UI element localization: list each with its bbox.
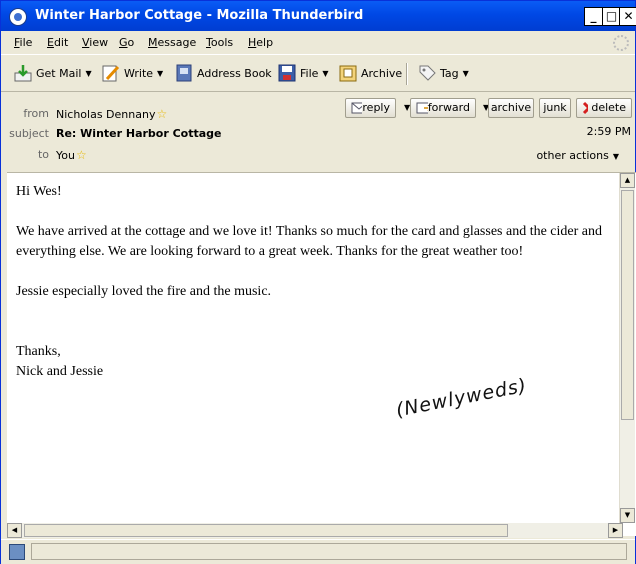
star-icon[interactable]: ☆: [156, 107, 167, 121]
junk-label: junk: [543, 101, 567, 114]
to-label: to: [37, 148, 49, 161]
from-value[interactable]: Nicholas Dennany☆: [56, 107, 167, 121]
scroll-left-arrow-icon[interactable]: ◀: [7, 523, 22, 538]
reply-button[interactable]: reply: [345, 98, 396, 118]
status-text-panel: [31, 543, 627, 560]
write-dropdown-icon[interactable]: ▼: [157, 69, 163, 78]
delete-x-icon: [582, 101, 589, 115]
to-value[interactable]: You☆: [56, 148, 87, 162]
scroll-down-arrow-icon[interactable]: ▼: [620, 508, 635, 523]
menu-message[interactable]: Message: [148, 36, 196, 49]
address-book-button[interactable]: Address Book: [174, 61, 272, 85]
menu-bar: File Edit View Go Message Tools Help: [1, 32, 635, 53]
address-book-label: Address Book: [197, 66, 272, 80]
file-button[interactable]: File ▼: [277, 61, 329, 85]
get-mail-label: Get Mail: [36, 66, 82, 80]
address-book-icon: [174, 63, 194, 83]
other-actions-dropdown-icon: ▼: [612, 152, 619, 161]
closing: Thanks,: [16, 344, 61, 359]
forward-label: forward: [427, 101, 470, 114]
archive-box-icon: [338, 63, 358, 83]
menu-view[interactable]: View: [82, 36, 108, 49]
subject-label: subject: [9, 127, 49, 140]
vertical-scrollbar[interactable]: ▲ ▼: [619, 173, 635, 523]
archive-label: Archive: [361, 66, 403, 80]
minimize-button[interactable]: _: [584, 7, 603, 26]
delete-button[interactable]: delete: [576, 98, 632, 118]
message-body-pane[interactable]: Hi Wes! We have arrived at the cottage a…: [7, 172, 636, 536]
archive-button-label: archive: [490, 101, 532, 114]
toolbar-separator: [406, 63, 408, 85]
horizontal-scroll-thumb[interactable]: [24, 524, 508, 537]
other-actions-label: other actions: [536, 149, 609, 162]
floppy-disk-icon: [277, 63, 297, 83]
close-button[interactable]: ✕: [619, 7, 636, 26]
write-button[interactable]: Write ▼: [101, 61, 163, 85]
get-mail-icon: [13, 63, 33, 83]
tag-icon: [417, 63, 437, 83]
forward-envelope-icon: [416, 102, 428, 114]
recipient-name[interactable]: You: [56, 149, 75, 162]
online-status-icon[interactable]: [9, 544, 25, 560]
junk-button[interactable]: junk: [539, 98, 571, 118]
vertical-scroll-thumb[interactable]: [621, 190, 634, 420]
sender-name[interactable]: Nicholas Dennany: [56, 108, 155, 121]
title-bar[interactable]: Winter Harbor Cottage - Mozilla Thunderb…: [1, 1, 636, 31]
archive-button[interactable]: archive: [488, 98, 534, 118]
reply-envelope-icon: [351, 102, 363, 114]
file-label: File: [300, 66, 319, 80]
greeting: Hi Wes!: [16, 184, 62, 199]
from-label: from: [23, 107, 49, 120]
forward-button[interactable]: forward: [410, 98, 476, 118]
message-time: 2:59 PM: [586, 125, 631, 138]
scroll-up-arrow-icon[interactable]: ▲: [620, 173, 635, 188]
menu-help[interactable]: Help: [248, 36, 273, 49]
menu-go[interactable]: Go: [119, 36, 134, 49]
activity-throbber-icon: [613, 35, 629, 51]
subject-value: Re: Winter Harbor Cottage: [56, 127, 222, 140]
tag-button[interactable]: Tag ▼: [417, 61, 469, 85]
thunderbird-icon: [9, 8, 27, 26]
message-header: from Nicholas Dennany☆ subject Re: Winte…: [7, 92, 632, 171]
menu-edit[interactable]: Edit: [47, 36, 68, 49]
horizontal-scrollbar[interactable]: ◀ ▶: [7, 523, 623, 538]
status-bar: [1, 539, 635, 564]
message-paragraph: Jessie especially loved the fire and the…: [16, 284, 272, 299]
archive-toolbar-button[interactable]: Archive: [338, 61, 402, 85]
window-title: Winter Harbor Cottage - Mozilla Thunderb…: [35, 8, 364, 23]
get-mail-button[interactable]: Get Mail ▼: [13, 61, 92, 85]
message-paragraph: We have arrived at the cottage and we lo…: [16, 224, 603, 259]
menu-tools[interactable]: Tools: [206, 36, 233, 49]
delete-label: delete: [591, 101, 626, 114]
reply-label: reply: [362, 101, 390, 114]
main-toolbar: Get Mail ▼ Write ▼ Address Book File ▼ A…: [1, 54, 635, 92]
write-icon: [101, 63, 121, 83]
menu-file[interactable]: File: [14, 36, 32, 49]
file-dropdown-icon[interactable]: ▼: [322, 69, 328, 78]
tag-dropdown-icon[interactable]: ▼: [463, 69, 469, 78]
get-mail-dropdown-icon[interactable]: ▼: [85, 69, 91, 78]
write-label: Write: [124, 66, 154, 80]
scroll-right-arrow-icon[interactable]: ▶: [608, 523, 623, 538]
star-icon[interactable]: ☆: [76, 148, 87, 162]
other-actions-button[interactable]: other actions ▼: [536, 149, 619, 162]
message-text: Hi Wes! We have arrived at the cottage a…: [16, 182, 606, 382]
thunderbird-window: Winter Harbor Cottage - Mozilla Thunderb…: [0, 0, 636, 564]
tag-label: Tag: [440, 66, 459, 80]
